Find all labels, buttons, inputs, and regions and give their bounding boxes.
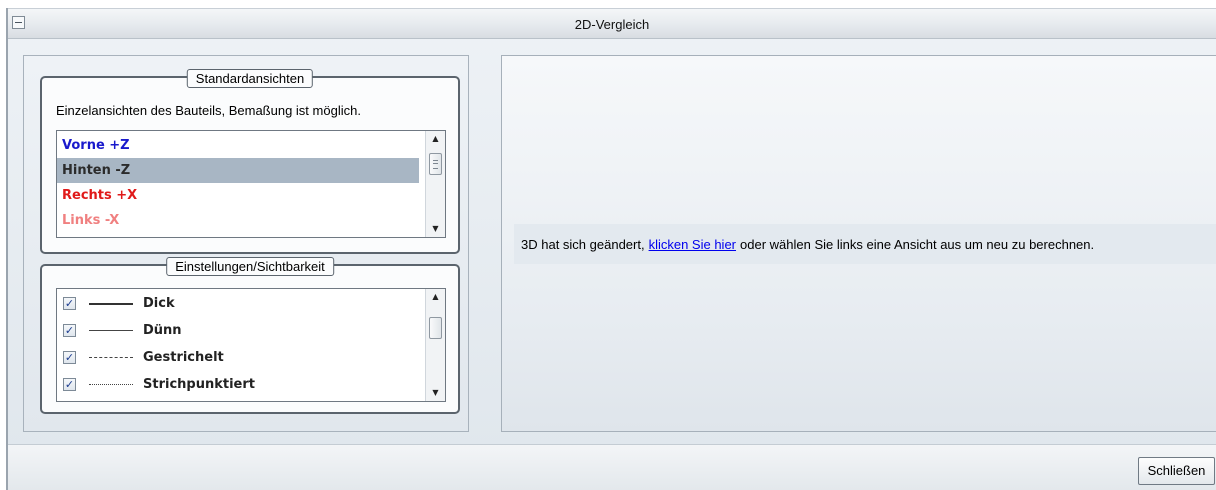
recalculate-message: 3D hat sich geändert, klicken Sie hier o… (514, 224, 1216, 264)
view-item-rechts[interactable]: Rechts +X (57, 183, 419, 208)
view-item-label: Rechts +X (62, 188, 138, 203)
dialog-footer: Schließen (8, 444, 1216, 490)
settings-scrollbar[interactable]: ▲ ▼ (425, 289, 445, 401)
message-text-after: oder wählen Sie links eine Ansicht aus u… (740, 236, 1095, 252)
settings-list[interactable]: ✓ Dick ✓ Dünn ✓ Gestrichelt ✓ Strichpunk… (56, 288, 446, 402)
settings-group: Einstellungen/Sichtbarkeit ✓ Dick ✓ Dünn… (40, 257, 460, 414)
settings-legend: Einstellungen/Sichtbarkeit (166, 257, 334, 276)
recalculate-link[interactable]: klicken Sie hier (649, 237, 736, 252)
scrollbar-thumb[interactable] (429, 153, 442, 175)
setting-item-gestrichelt[interactable]: ✓ Gestrichelt (63, 344, 224, 371)
standard-views-list[interactable]: Vorne +Z Hinten -Z Rechts +X Links -X ▲ … (56, 130, 446, 238)
view-item-hinten[interactable]: Hinten -Z (57, 158, 419, 183)
window-title: 2D-Vergleich (574, 17, 650, 32)
scroll-down-icon[interactable]: ▼ (426, 221, 445, 237)
left-panel: Standardansichten Einzelansichten des Ba… (23, 55, 469, 432)
view-item-label: Vorne +Z (62, 138, 130, 153)
message-text-before: 3D hat sich geändert, (521, 236, 645, 252)
thick-line-sample (89, 302, 133, 305)
view-item-label: Links -X (62, 213, 120, 228)
setting-label: Dünn (143, 323, 182, 338)
setting-label: Strichpunktiert (143, 377, 255, 392)
setting-label: Gestrichelt (143, 350, 224, 365)
checkmark-icon[interactable]: ✓ (63, 351, 76, 364)
checkmark-icon[interactable]: ✓ (63, 378, 76, 391)
checkmark-icon[interactable]: ✓ (63, 297, 76, 310)
scroll-down-icon[interactable]: ▼ (426, 385, 445, 401)
preview-panel: 3D hat sich geändert, klicken Sie hier o… (501, 55, 1216, 432)
scroll-up-icon[interactable]: ▲ (426, 289, 445, 305)
view-item-links[interactable]: Links -X (57, 208, 419, 233)
standard-views-scrollbar[interactable]: ▲ ▼ (425, 131, 445, 237)
view-item-vorne[interactable]: Vorne +Z (57, 133, 419, 158)
setting-item-strichpunktiert[interactable]: ✓ Strichpunktiert (63, 371, 255, 398)
standard-views-group: Standardansichten Einzelansichten des Ba… (40, 69, 460, 254)
dialog-window: 2D-Vergleich Standardansichten Einzelans… (6, 8, 1216, 490)
checkmark-icon[interactable]: ✓ (63, 324, 76, 337)
view-item-label: Hinten -Z (62, 163, 131, 178)
dash-dot-line-sample (89, 384, 133, 385)
title-bar: 2D-Vergleich (8, 8, 1216, 39)
setting-item-duenn[interactable]: ✓ Dünn (63, 317, 182, 344)
thin-line-sample (89, 330, 133, 331)
standard-views-legend: Standardansichten (186, 69, 314, 88)
setting-item-dick[interactable]: ✓ Dick (63, 290, 175, 317)
setting-label: Dick (143, 296, 175, 311)
scrollbar-thumb[interactable] (429, 317, 442, 339)
scroll-up-icon[interactable]: ▲ (426, 131, 445, 147)
standard-views-description: Einzelansichten des Bauteils, Bemaßung i… (56, 103, 361, 118)
dashed-line-sample (89, 357, 133, 358)
close-button[interactable]: Schließen (1138, 457, 1215, 485)
